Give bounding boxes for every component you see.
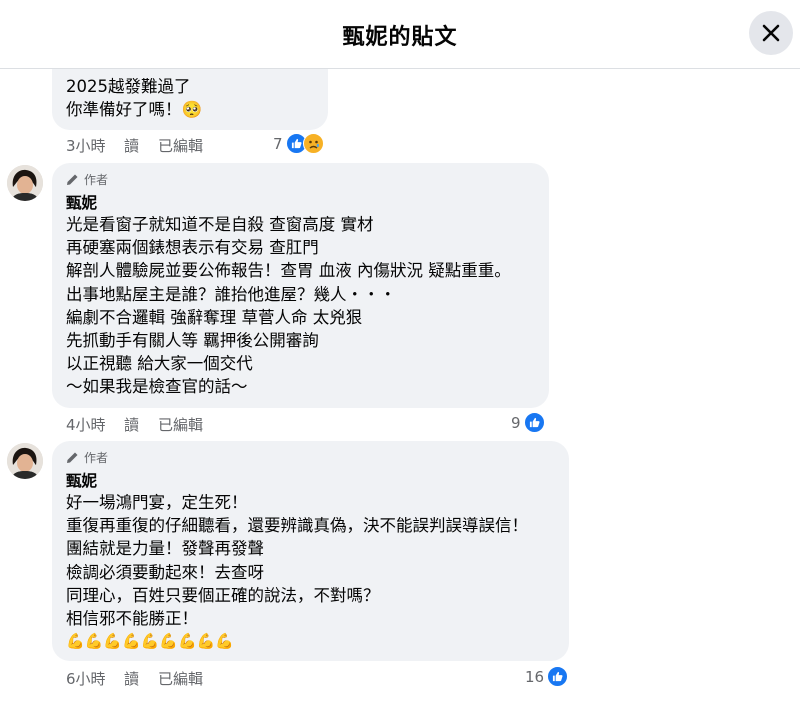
comment-meta: 3小時 讀 已編輯: [66, 135, 266, 155]
comment-line: 光是看窗子就知道不是自殺 查窗高度 實材: [66, 215, 374, 234]
commenter-name[interactable]: 甄妮: [66, 191, 97, 213]
author-badge: 作者: [66, 171, 108, 188]
comment-line: 再硬塞兩個錶想表示有交易 查肛門: [66, 238, 319, 257]
avatar[interactable]: [7, 443, 43, 479]
comment-line: 以正視聽 給大家一個交代: [66, 354, 253, 373]
comment-line: 編劇不合邏輯 強辭奪理 草菅人命 太兇狠: [66, 308, 363, 327]
comment-line: 先抓動手有關人等 羈押後公開審詢: [66, 331, 319, 350]
comment-time[interactable]: 3小時: [66, 135, 106, 156]
avatar[interactable]: [7, 165, 43, 201]
author-badge-label: 作者: [84, 173, 109, 187]
reaction-summary[interactable]: 16: [525, 666, 569, 687]
comment-meta: 4小時 讀 已編輯: [66, 414, 266, 434]
comment-emoji-line: 💪💪💪💪💪💪💪💪💪: [66, 632, 235, 650]
comment-line: 相信邪不能勝正！: [66, 609, 198, 628]
reaction-count: 16: [525, 667, 545, 686]
author-badge-label: 作者: [84, 451, 109, 465]
edited-label[interactable]: 已編輯: [158, 668, 203, 689]
reaction-summary[interactable]: 9: [511, 412, 545, 433]
comment-line: 檢調必須要動起來！去查呀: [66, 563, 264, 582]
comment-line: 你準備好了嗎！🥺: [66, 100, 203, 119]
read-link[interactable]: 讀: [124, 668, 139, 689]
edited-label[interactable]: 已編輯: [158, 135, 203, 156]
comment-line: ～如果我是檢查官的話～: [66, 377, 248, 396]
comment-line: 重復再重復的仔細聽看，還要辨識真偽，決不能誤判誤導誤信！: [66, 516, 528, 535]
close-button[interactable]: [749, 11, 793, 55]
comment-line: 解剖人體驗屍並要公佈報告！查胃 血液 內傷狀況 疑點重重。: [66, 261, 511, 280]
comment-time[interactable]: 4小時: [66, 414, 106, 435]
close-icon: [762, 24, 780, 42]
reaction-count: 9: [511, 413, 521, 432]
comment-meta: 6小時 讀 已編輯: [66, 668, 266, 688]
dialog-header: 甄妮的貼文: [0, 0, 800, 69]
comment-bubble: 作者 甄妮 光是看窗子就知道不是自殺 查窗高度 實材 再硬塞兩個錶想表示有交易 …: [52, 163, 549, 408]
comment-line: 同理心，百姓只要個正確的說法，不對嗎？: [66, 586, 380, 605]
pencil-icon: [67, 452, 78, 463]
comment-line: 團結就是力量！發聲再發聲: [66, 539, 264, 558]
comment-time[interactable]: 6小時: [66, 668, 106, 689]
author-badge: 作者: [66, 449, 108, 466]
commenter-name[interactable]: 甄妮: [66, 469, 97, 491]
reaction-summary[interactable]: 7: [273, 133, 324, 154]
read-link[interactable]: 讀: [124, 135, 139, 156]
comment-line: 好一場鴻門宴，定生死！: [66, 493, 248, 512]
reaction-count: 7: [273, 134, 283, 153]
pencil-icon: [67, 174, 78, 185]
read-link[interactable]: 讀: [124, 414, 139, 435]
comment-line: 出事地點屋主是誰？誰抬他進屋？幾人・・・: [66, 285, 396, 304]
comment-line: 2025越發難過了: [66, 77, 191, 96]
like-icon: [547, 666, 569, 687]
edited-label[interactable]: 已編輯: [158, 414, 203, 435]
like-icon: [523, 412, 545, 433]
dialog-title: 甄妮的貼文: [342, 25, 458, 50]
comment-bubble: 作者 甄妮 好一場鴻門宴，定生死！ 重復再重復的仔細聽看，還要辨識真偽，決不能誤…: [52, 441, 569, 661]
sad-reaction-icon: [302, 133, 324, 154]
